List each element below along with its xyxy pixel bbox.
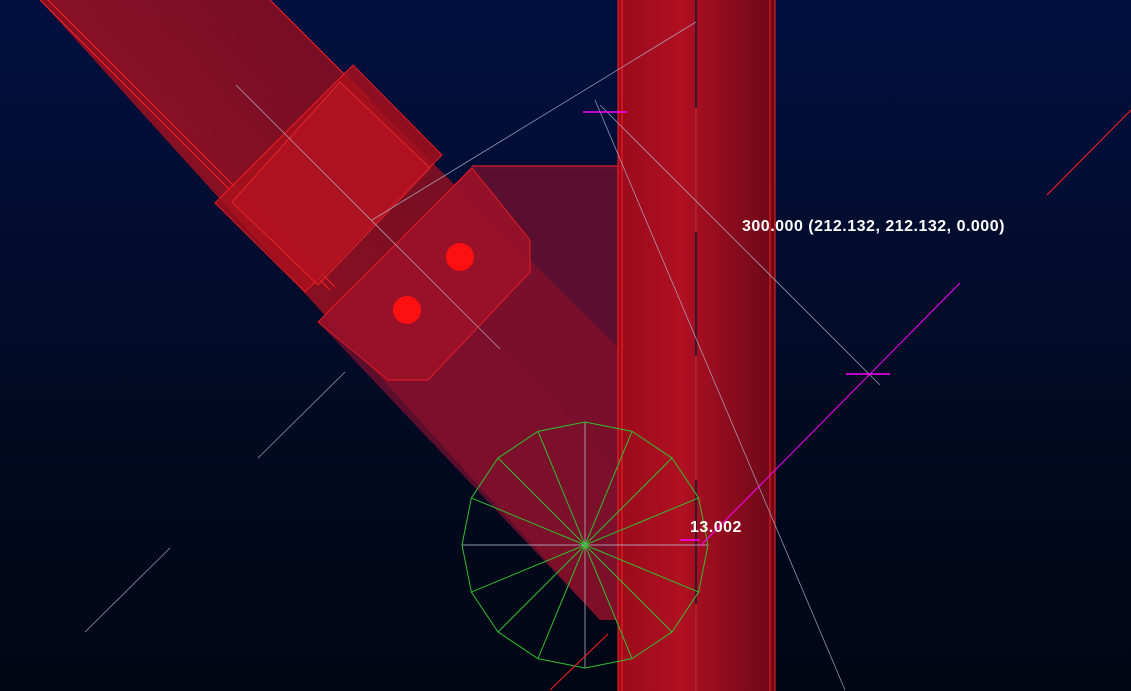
model-scene[interactable] <box>0 0 1131 691</box>
radius-circle[interactable] <box>461 421 709 669</box>
dimension-label: 300.000 (212.132, 212.132, 0.000) <box>742 218 1005 235</box>
vertical-column[interactable] <box>617 0 776 691</box>
cad-3d-viewport[interactable]: 300.000 (212.132, 212.132, 0.000) 13.002 <box>0 0 1131 691</box>
bolt <box>393 296 421 324</box>
bolt <box>446 243 474 271</box>
radius-label: 13.002 <box>690 519 742 536</box>
